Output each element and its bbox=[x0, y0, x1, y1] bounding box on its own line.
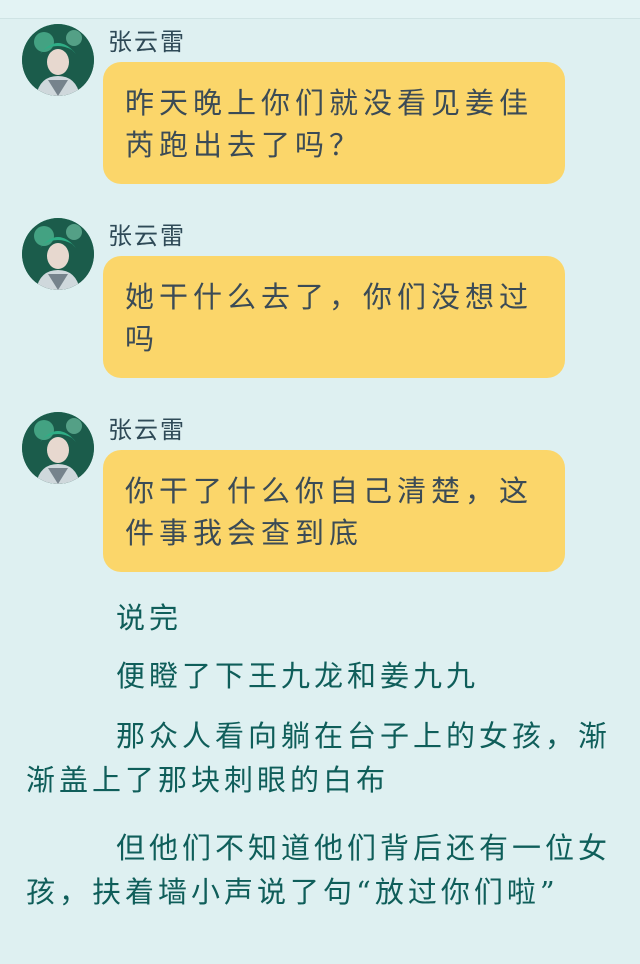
sender-name: 张云雷 bbox=[108, 28, 186, 56]
sender-name: 张云雷 bbox=[108, 416, 186, 444]
avatar-photo-icon bbox=[22, 412, 94, 484]
message-text: 昨天晚上你们就没看见姜佳芮跑出去了吗？ bbox=[125, 86, 534, 162]
narration-line: 说完 bbox=[116, 601, 183, 635]
avatar[interactable] bbox=[22, 218, 94, 290]
narration-line: 但他们不知道他们背后还有一位女孩，扶着墙小声说了句“放过你们啦” bbox=[26, 831, 612, 909]
avatar[interactable] bbox=[22, 24, 94, 96]
message-text: 你干了什么你自己清楚，这件事我会查到底 bbox=[125, 474, 534, 550]
sender-name: 张云雷 bbox=[108, 222, 186, 250]
message-bubble[interactable]: 你干了什么你自己清楚，这件事我会查到底 bbox=[103, 450, 565, 572]
message-text: 她干什么去了，你们没想过吗 bbox=[125, 280, 534, 356]
avatar[interactable] bbox=[22, 412, 94, 484]
message-bubble[interactable]: 她干什么去了，你们没想过吗 bbox=[103, 256, 565, 378]
narration-line: 那众人看向躺在台子上的女孩，渐渐盖上了那块刺眼的白布 bbox=[26, 719, 612, 797]
top-divider bbox=[0, 0, 640, 19]
message-bubble[interactable]: 昨天晚上你们就没看见姜佳芮跑出去了吗？ bbox=[103, 62, 565, 184]
avatar-photo-icon bbox=[22, 218, 94, 290]
narration-line: 便瞪了下王九龙和姜九九 bbox=[116, 659, 480, 693]
avatar-photo-icon bbox=[22, 24, 94, 96]
